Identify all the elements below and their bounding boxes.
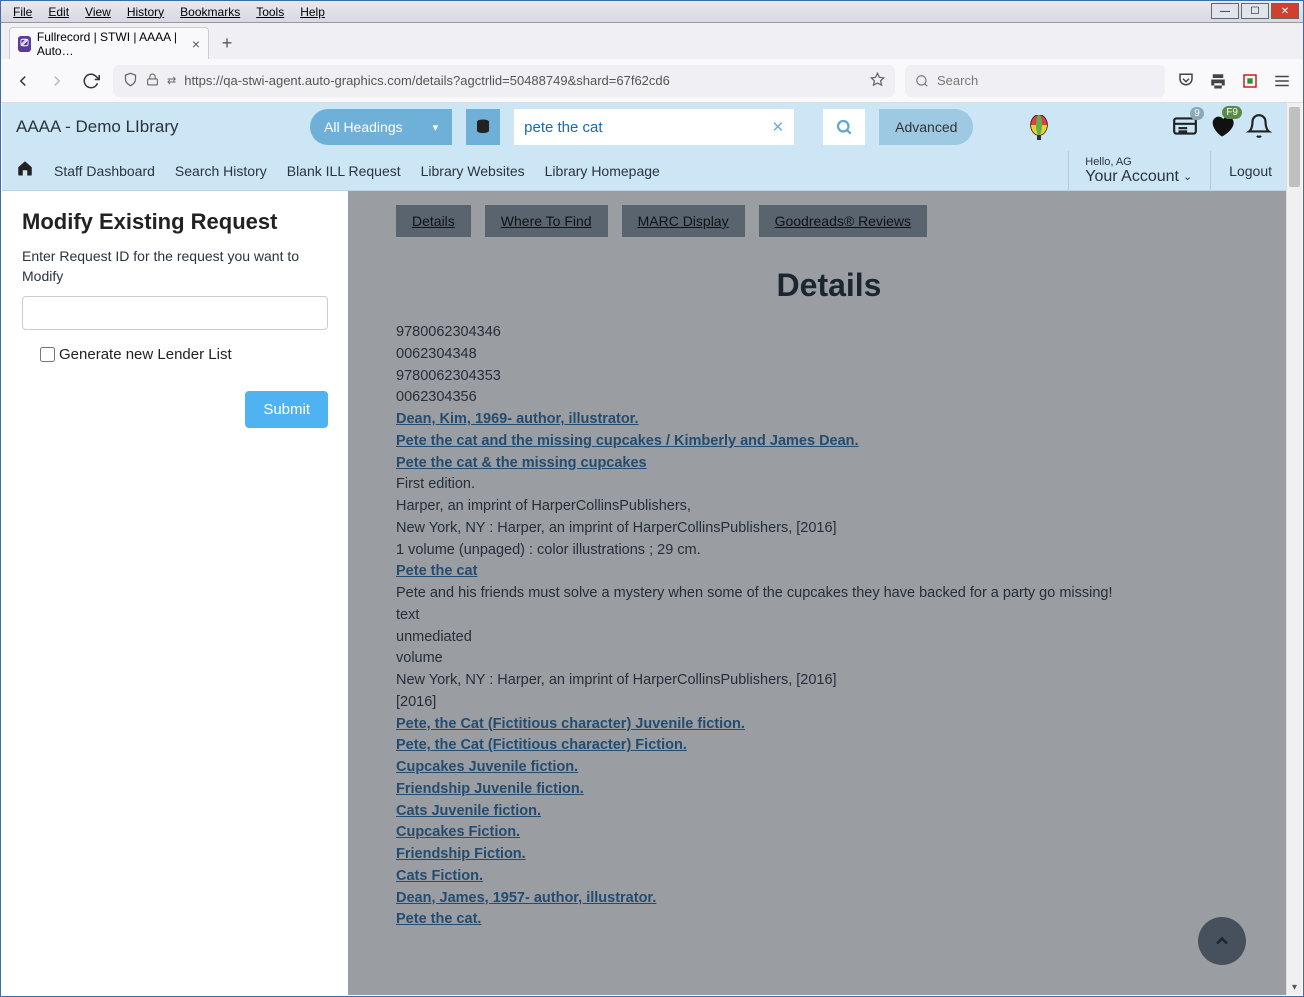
menu-bookmarks[interactable]: Bookmarks bbox=[172, 3, 248, 21]
search-button[interactable] bbox=[823, 109, 865, 145]
favorites-icon[interactable]: F9 bbox=[1208, 112, 1236, 143]
app-header: AAAA - Demo LIbrary All Headings ▾ ✕ Adv… bbox=[2, 103, 1286, 151]
search-type-label: All Headings bbox=[324, 119, 403, 135]
panel-prompt: Enter Request ID for the request you wan… bbox=[22, 247, 328, 286]
menu-edit[interactable]: Edit bbox=[40, 3, 77, 21]
tab-close-button[interactable]: × bbox=[188, 36, 200, 52]
greeting-text: Hello, AG bbox=[1085, 156, 1192, 168]
reload-button[interactable] bbox=[79, 69, 103, 93]
nav-library-homepage[interactable]: Library Homepage bbox=[545, 163, 660, 179]
your-account-dropdown[interactable]: Your Account ⌄ bbox=[1085, 168, 1192, 186]
window-minimize-button[interactable]: — bbox=[1211, 3, 1239, 19]
inbox-icon[interactable]: 9 bbox=[1172, 113, 1198, 142]
window-maximize-button[interactable]: ☐ bbox=[1241, 3, 1269, 19]
url-text: https://qa-stwi-agent.auto-graphics.com/… bbox=[184, 73, 862, 88]
library-name: AAAA - Demo LIbrary bbox=[16, 117, 296, 137]
inbox-badge: 9 bbox=[1190, 107, 1204, 120]
chevron-down-icon: ▾ bbox=[433, 121, 439, 134]
pocket-icon[interactable] bbox=[1175, 70, 1197, 92]
search-icon bbox=[915, 74, 929, 88]
menu-tools[interactable]: Tools bbox=[248, 3, 292, 21]
divider bbox=[808, 116, 809, 138]
browser-tab[interactable]: ⎚ Fullrecord | STWI | AAAA | Auto… × bbox=[9, 27, 209, 59]
scroll-down-arrow[interactable]: ▾ bbox=[1287, 979, 1302, 995]
chevron-down-icon: ⌄ bbox=[1183, 170, 1192, 183]
permissions-icon[interactable]: ⇄ bbox=[167, 74, 176, 87]
new-tab-button[interactable]: + bbox=[213, 29, 241, 57]
notifications-icon[interactable] bbox=[1246, 113, 1272, 142]
nav-staff-dashboard[interactable]: Staff Dashboard bbox=[54, 163, 155, 179]
browser-search-placeholder: Search bbox=[937, 73, 978, 88]
shield-icon[interactable] bbox=[123, 72, 138, 90]
clear-search-icon[interactable]: ✕ bbox=[762, 118, 795, 136]
extension-icon[interactable] bbox=[1239, 70, 1261, 92]
url-bar[interactable]: ⇄ https://qa-stwi-agent.auto-graphics.co… bbox=[113, 65, 895, 97]
bookmark-star-icon[interactable] bbox=[870, 72, 885, 90]
panel-title: Modify Existing Request bbox=[22, 209, 328, 235]
advanced-search-button[interactable]: Advanced bbox=[879, 109, 973, 145]
menu-file[interactable]: File bbox=[5, 3, 40, 21]
hamburger-menu-icon[interactable] bbox=[1271, 70, 1293, 92]
print-icon[interactable] bbox=[1207, 70, 1229, 92]
menu-view[interactable]: View bbox=[77, 3, 119, 21]
request-id-input[interactable] bbox=[22, 296, 328, 330]
account-label: Your Account bbox=[1085, 168, 1179, 186]
balloon-icon[interactable] bbox=[1027, 115, 1051, 139]
lock-icon[interactable] bbox=[146, 73, 159, 89]
home-icon[interactable] bbox=[16, 159, 34, 182]
browser-tabbar: ⎚ Fullrecord | STWI | AAAA | Auto… × + bbox=[1, 23, 1303, 59]
menu-history[interactable]: History bbox=[119, 3, 172, 21]
modify-request-panel: Modify Existing Request Enter Request ID… bbox=[2, 191, 348, 995]
menu-help[interactable]: Help bbox=[292, 3, 333, 21]
logout-link[interactable]: Logout bbox=[1210, 151, 1272, 190]
generate-lender-list-checkbox[interactable] bbox=[40, 347, 55, 362]
forward-button[interactable] bbox=[45, 69, 69, 93]
search-input[interactable] bbox=[514, 109, 761, 145]
app-nav: Staff Dashboard Search History Blank ILL… bbox=[2, 151, 1286, 191]
nav-blank-ill-request[interactable]: Blank ILL Request bbox=[287, 163, 401, 179]
favorites-badge: F9 bbox=[1222, 106, 1242, 119]
scrollbar-thumb[interactable] bbox=[1289, 107, 1300, 187]
tab-title: Fullrecord | STWI | AAAA | Auto… bbox=[37, 30, 182, 58]
page-scrollbar[interactable]: ▴ ▾ bbox=[1286, 103, 1302, 995]
nav-search-history[interactable]: Search History bbox=[175, 163, 267, 179]
browser-toolbar: ⇄ https://qa-stwi-agent.auto-graphics.co… bbox=[1, 59, 1303, 103]
browser-menubar: File Edit View History Bookmarks Tools H… bbox=[1, 1, 1303, 23]
submit-button[interactable]: Submit bbox=[245, 391, 328, 428]
nav-library-websites[interactable]: Library Websites bbox=[421, 163, 525, 179]
tab-favicon: ⎚ bbox=[18, 36, 31, 52]
search-type-dropdown[interactable]: All Headings ▾ bbox=[310, 109, 452, 145]
window-close-button[interactable]: ✕ bbox=[1271, 3, 1299, 19]
back-button[interactable] bbox=[11, 69, 35, 93]
search-input-wrap: ✕ bbox=[514, 109, 794, 145]
browser-search-box[interactable]: Search bbox=[905, 65, 1165, 97]
database-icon[interactable] bbox=[466, 109, 500, 145]
checkbox-label: Generate new Lender List bbox=[59, 346, 232, 363]
